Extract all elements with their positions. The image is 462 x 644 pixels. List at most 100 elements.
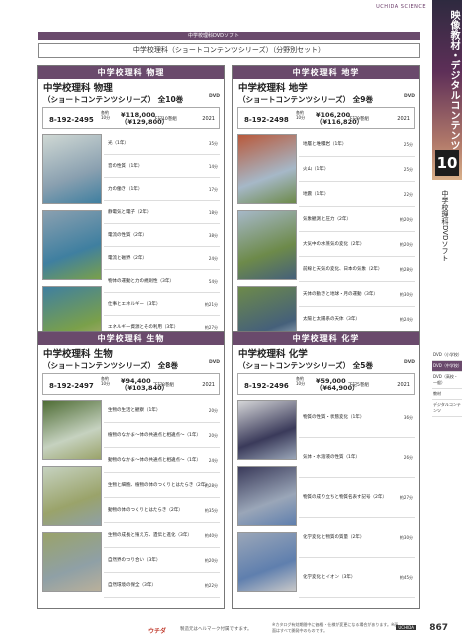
episode-title: 動物の体のつくりとはたらき（2年） — [108, 508, 183, 513]
list-item: 化学変化と物質の質量（2年） 約30分 — [299, 518, 415, 558]
brand-label: UCHIDA SCIENCE — [376, 4, 426, 10]
episode-title: 電流の性質（2年） — [108, 233, 147, 238]
product-code: 8-192-2497 — [49, 382, 94, 390]
list-item: 地震（1年） 22分 — [299, 182, 415, 207]
product-title: 中学校理科 生物 — [43, 349, 113, 360]
product-subtitle-text: （ショートコンテンツシリーズ） 全9巻 — [238, 95, 373, 104]
set-note: 下記5巻組 — [348, 383, 369, 388]
side-hero-text: 映像教材・デジタルコンテンツ — [448, 10, 459, 150]
episode-duration: 26分 — [403, 455, 413, 460]
section-label: 中学校理科DVDソフト — [188, 33, 240, 39]
list-item: 力の働き（1年） 17分 — [104, 178, 220, 201]
list-item: 電流と磁界（2年） 24分 — [104, 247, 220, 270]
footer-disclaimer: ※カタログ有効期間中に価格・仕様が変更になる場合があります。※画面はすべて開発中… — [272, 622, 399, 633]
video-thumbnail — [42, 134, 102, 204]
episode-title: 仕事とエネルギー（3年） — [108, 302, 161, 307]
list-item: 大気中の水蒸気の変化（2年） 約20分 — [299, 232, 415, 257]
episode-duration: 約45分 — [399, 575, 413, 580]
set-note: 下記8巻組 — [153, 383, 174, 388]
volume-number: 10 — [435, 150, 459, 176]
panel-header: 中学校理科 地学 — [233, 66, 419, 79]
title-list: 物質の性質・状態変化（1年） 36分気体・水溶液の性質（1年） 26分物質の成り立ち… — [237, 398, 415, 598]
episode-title: 植物のなかま〜体の共通点と相違点〜（1年） — [108, 433, 201, 438]
side-menu-item-active: DVD（中学校） — [432, 361, 462, 372]
episode-title: 光（1年） — [108, 141, 129, 146]
episode-duration: 35分 — [208, 141, 218, 146]
list-item: 前線と天気の変化、日本の気象（2年） 約28分 — [299, 257, 415, 282]
episode-duration: 20分 — [208, 433, 218, 438]
episode-title: 生物と細胞、植物の体のつくりとはたらき（2年） — [108, 483, 210, 488]
episode-title: 大気中の水蒸気の変化（2年） — [303, 242, 365, 247]
dvd-icon: DVD — [404, 94, 415, 99]
list-item: 自然環境の保全（3年） 約22分 — [104, 573, 220, 598]
list-item: 仕事とエネルギー（3年） 約21分 — [104, 293, 220, 316]
episode-title: 生物の生活と観察（1年） — [108, 408, 161, 413]
video-thumbnail — [42, 400, 102, 460]
episode-duration: 24分 — [208, 458, 218, 463]
episode-title: 自然界のつり合い（3年） — [108, 558, 161, 563]
episode-duration: 約20分 — [204, 558, 218, 563]
side-label: 中学校理科DVDソフト — [441, 190, 449, 262]
episode-duration: 約24分 — [399, 317, 413, 322]
product-meta: 8-192-2498 各約10分 ¥106,200 （¥116,820） 下記9巻… — [237, 107, 415, 129]
set-note: 下記10巻組 — [153, 117, 177, 122]
episode-title: エネルギー資源とその利用（3年） — [108, 325, 179, 330]
list-item: 動物の体のつくりとはたらき（2年） 約35分 — [104, 498, 220, 523]
page-number: 867 — [429, 623, 448, 633]
episode-duration: 約28分 — [204, 483, 218, 488]
episode-title: 天体の動きと地球・月の運動（3年） — [303, 292, 378, 297]
episode-title: 前線と天気の変化、日本の気象（2年） — [303, 267, 383, 272]
series-title: 中学校理科（ショートコンテンツシリーズ）（分野別セット） — [38, 43, 420, 58]
episode-duration: 約20分 — [399, 242, 413, 247]
video-thumbnail — [42, 532, 102, 592]
list-item: 生物の生活と観察（1年） 20分 — [104, 398, 220, 423]
episode-duration: 約21分 — [204, 302, 218, 307]
product-subtitle: （ショートコンテンツシリーズ） 全9巻 DVD — [233, 94, 419, 105]
list-item: 生物の成長と殖え方、遺伝と進化（3年） 約40分 — [104, 523, 220, 548]
episode-duration: 38分 — [208, 233, 218, 238]
episode-title: 生物の成長と殖え方、遺伝と進化（3年） — [108, 533, 192, 538]
product-subtitle-text: （ショートコンテンツシリーズ） 全10巻 — [43, 95, 184, 104]
title-list: 光（1年） 35分 音の性質（1年） 14分 力の働き（1年） 17分 静電気と電子（2年）… — [42, 132, 220, 362]
product-meta: 8-192-2495 各約10分 ¥118,000 （¥129,800） 下記10… — [42, 107, 220, 129]
episode-title: 電流と磁界（2年） — [108, 256, 147, 261]
list-item: 火山（1年） 25分 — [299, 157, 415, 182]
episode-title: 気体・水溶液の性質（1年） — [303, 455, 360, 460]
list-item: 物質の成り立ちと物質名表す記号（2年） 約27分 — [299, 478, 415, 518]
episode-duration: 54分 — [208, 279, 218, 284]
list-item: 物質の性質・状態変化（1年） 36分 — [299, 398, 415, 438]
episode-title: 気象観測と圧力（2年） — [303, 217, 351, 222]
list-item: 物体の運動と力の規則性（3年） 54分 — [104, 270, 220, 293]
episode-duration: 約20分 — [399, 217, 413, 222]
list-item: 植物のなかま〜体の共通点と相違点〜（1年） 20分 — [104, 423, 220, 448]
uchida-badge: UCHIDA — [396, 625, 416, 630]
video-thumbnail — [237, 400, 297, 460]
episode-duration: 14分 — [208, 164, 218, 169]
release-year: 2021 — [397, 382, 410, 388]
episode-title: 動物のなかま〜体の共通点と相違点〜（1年） — [108, 458, 201, 463]
episode-title: 化学変化とイオン（3年） — [303, 575, 356, 580]
package-info: 各約10分 — [101, 110, 111, 120]
panel-header: 中学校理科 生物 — [38, 332, 224, 345]
release-year: 2021 — [202, 116, 215, 122]
product-title: 中学校理科 地学 — [238, 83, 308, 94]
episode-duration: 約22分 — [204, 583, 218, 588]
dvd-icon: DVD — [209, 94, 220, 99]
episode-duration: 約35分 — [204, 508, 218, 513]
product-panel: 中学校理科 物理 中学校理科 物理 （ショートコンテンツシリーズ） 全10巻 DV… — [37, 65, 225, 373]
package-info: 各約10分 — [296, 376, 306, 386]
list-item: 自然界のつり合い（3年） 約20分 — [104, 548, 220, 573]
episode-duration: 約27分 — [399, 495, 413, 500]
list-item: 光（1年） 35分 — [104, 132, 220, 155]
episode-duration: 約30分 — [399, 292, 413, 297]
product-subtitle: （ショートコンテンツシリーズ） 全10巻 DVD — [38, 94, 224, 105]
list-item: 天体の動きと地球・月の運動（3年） 約30分 — [299, 282, 415, 307]
product-meta: 8-192-2497 各約10分 ¥94,400 （¥103,840） 下記8巻組… — [42, 373, 220, 395]
episode-title: 物質の成り立ちと物質名表す記号（2年） — [303, 495, 387, 500]
product-code: 8-192-2496 — [244, 382, 289, 390]
episode-title: 自然環境の保全（3年） — [108, 583, 156, 588]
list-item: 気体・水溶液の性質（1年） 26分 — [299, 438, 415, 478]
product-title: 中学校理科 化学 — [238, 349, 308, 360]
dvd-icon: DVD — [404, 360, 415, 365]
episode-duration: 約28分 — [399, 267, 413, 272]
